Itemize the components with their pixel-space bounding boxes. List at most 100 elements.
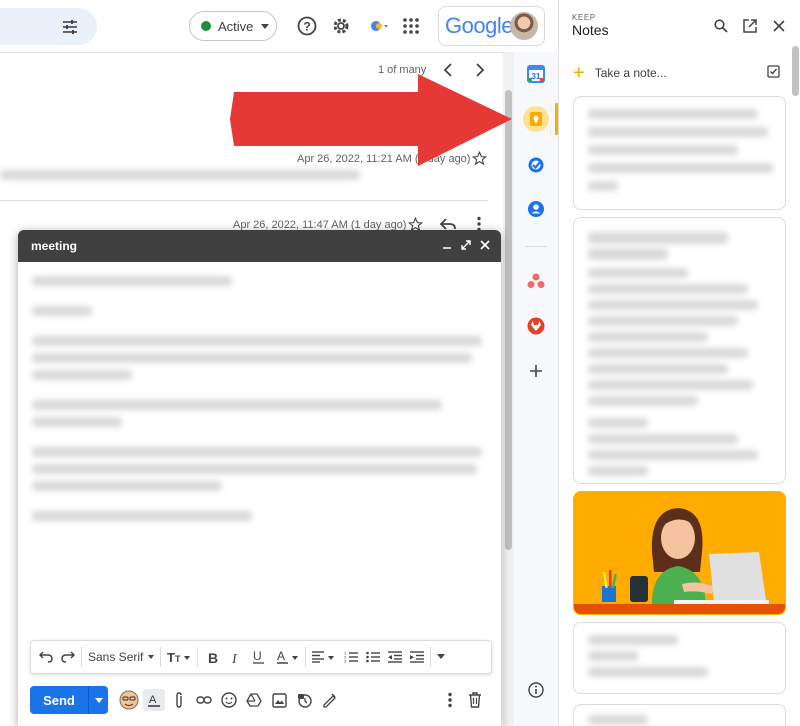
search-icon[interactable] bbox=[712, 17, 730, 35]
svg-text:I: I bbox=[231, 652, 238, 664]
note-card[interactable] bbox=[573, 622, 786, 694]
minimize-icon[interactable] bbox=[440, 238, 454, 252]
blurred-text bbox=[32, 417, 122, 427]
compose-header[interactable]: meeting bbox=[18, 230, 501, 262]
undo-icon[interactable] bbox=[39, 645, 53, 669]
blurred-text bbox=[588, 127, 768, 137]
blurred-text bbox=[588, 248, 668, 260]
indent-less-icon[interactable] bbox=[388, 645, 403, 669]
expand-icon[interactable] bbox=[459, 238, 473, 252]
search-bar[interactable] bbox=[0, 8, 97, 45]
font-family-select[interactable]: Sans Serif bbox=[84, 650, 158, 664]
confidential-mode-icon[interactable] bbox=[293, 689, 315, 711]
account-switcher[interactable]: Google bbox=[438, 6, 545, 46]
svg-text:3: 3 bbox=[344, 659, 347, 664]
bulleted-list-icon[interactable] bbox=[366, 645, 381, 669]
close-icon[interactable] bbox=[478, 238, 492, 252]
avatar[interactable] bbox=[510, 12, 538, 40]
tasks-icon[interactable] bbox=[525, 154, 547, 176]
photo-icon[interactable] bbox=[268, 689, 290, 711]
emoji-icon[interactable] bbox=[218, 689, 240, 711]
google-logo-text: Google bbox=[445, 13, 513, 38]
note-card-image[interactable] bbox=[573, 491, 786, 615]
open-in-new-icon[interactable] bbox=[741, 17, 759, 35]
tune-icon[interactable] bbox=[61, 18, 79, 41]
blurred-text bbox=[588, 450, 758, 460]
blurred-text bbox=[32, 464, 477, 474]
blurred-text bbox=[588, 396, 698, 406]
blurred-text bbox=[588, 145, 738, 155]
text-format-icon[interactable]: A bbox=[143, 689, 165, 711]
chevron-down-icon bbox=[261, 23, 270, 29]
blurred-text bbox=[588, 300, 758, 310]
blurred-text bbox=[588, 181, 618, 191]
send-options-button[interactable] bbox=[88, 686, 108, 714]
underline-icon[interactable]: U bbox=[253, 645, 265, 669]
link-icon[interactable] bbox=[193, 689, 215, 711]
new-list-icon[interactable] bbox=[767, 65, 780, 83]
close-icon[interactable] bbox=[770, 17, 788, 35]
add-icon[interactable] bbox=[525, 360, 547, 382]
compose-action-bar: Send A bbox=[30, 685, 492, 715]
blurred-text bbox=[588, 364, 728, 374]
blurred-text bbox=[32, 447, 482, 457]
svg-text:31: 31 bbox=[532, 72, 541, 81]
blurred-text bbox=[588, 232, 728, 244]
take-note-label: Take a note... bbox=[594, 66, 667, 80]
indent-more-icon[interactable] bbox=[410, 645, 425, 669]
note-card[interactable] bbox=[573, 704, 786, 726]
info-icon[interactable] bbox=[525, 679, 547, 701]
signature-icon[interactable] bbox=[318, 689, 340, 711]
gear-icon[interactable] bbox=[329, 14, 353, 38]
plus-icon: + bbox=[573, 62, 585, 84]
svg-text:B: B bbox=[208, 651, 218, 664]
blurred-text bbox=[588, 268, 688, 278]
numbered-list-icon[interactable]: 123 bbox=[344, 645, 359, 669]
blurred-text bbox=[588, 284, 748, 294]
compose-body[interactable] bbox=[18, 262, 501, 632]
status-dot bbox=[201, 21, 211, 31]
attach-icon[interactable] bbox=[168, 689, 190, 711]
redo-icon[interactable] bbox=[61, 645, 75, 669]
blurred-text bbox=[588, 715, 648, 725]
rail-divider bbox=[525, 246, 547, 247]
svg-text:A: A bbox=[149, 694, 157, 706]
status-selector[interactable]: Active bbox=[189, 11, 277, 41]
align-icon[interactable] bbox=[312, 645, 336, 669]
svg-text:?: ? bbox=[303, 20, 310, 34]
more-options-icon[interactable] bbox=[439, 689, 461, 711]
blurred-text bbox=[588, 434, 738, 444]
keep-title: Notes bbox=[572, 22, 609, 38]
toolbar-divider bbox=[81, 647, 82, 667]
keep-icon[interactable] bbox=[523, 106, 549, 132]
italic-icon[interactable]: I bbox=[231, 645, 241, 669]
gemini-icon[interactable] bbox=[368, 14, 392, 38]
compose-window: meeting Sans Serif TT B I U A 1 2 3 Send… bbox=[18, 230, 501, 726]
discard-draft-icon[interactable] bbox=[464, 689, 486, 711]
more-formatting-icon[interactable] bbox=[437, 645, 446, 669]
blurred-text bbox=[32, 336, 482, 346]
note-card[interactable] bbox=[573, 96, 786, 210]
drive-icon[interactable] bbox=[243, 689, 265, 711]
bold-icon[interactable]: B bbox=[208, 645, 219, 669]
take-note-input[interactable]: + Take a note... bbox=[573, 63, 783, 83]
blurred-text bbox=[588, 635, 678, 645]
status-label: Active bbox=[218, 18, 254, 34]
calendar-icon[interactable]: 31 bbox=[525, 63, 547, 85]
apps-icon[interactable] bbox=[399, 14, 423, 38]
blurred-text bbox=[32, 306, 92, 316]
help-icon[interactable]: ? bbox=[295, 14, 319, 38]
blurred-text bbox=[32, 481, 222, 491]
send-button[interactable]: Send bbox=[30, 686, 88, 714]
blurred-text bbox=[588, 418, 648, 428]
avatar-emoji-icon[interactable] bbox=[118, 689, 140, 711]
gitlab-icon[interactable] bbox=[525, 315, 547, 337]
keep-scrollbar-thumb[interactable] bbox=[792, 46, 799, 96]
contacts-icon[interactable] bbox=[525, 198, 547, 220]
font-size-icon[interactable]: TT bbox=[167, 645, 191, 669]
asana-icon[interactable] bbox=[525, 270, 547, 292]
note-card[interactable] bbox=[573, 217, 786, 484]
blurred-text bbox=[588, 109, 758, 119]
blurred-text bbox=[588, 348, 748, 358]
text-color-icon[interactable]: A bbox=[277, 645, 299, 669]
